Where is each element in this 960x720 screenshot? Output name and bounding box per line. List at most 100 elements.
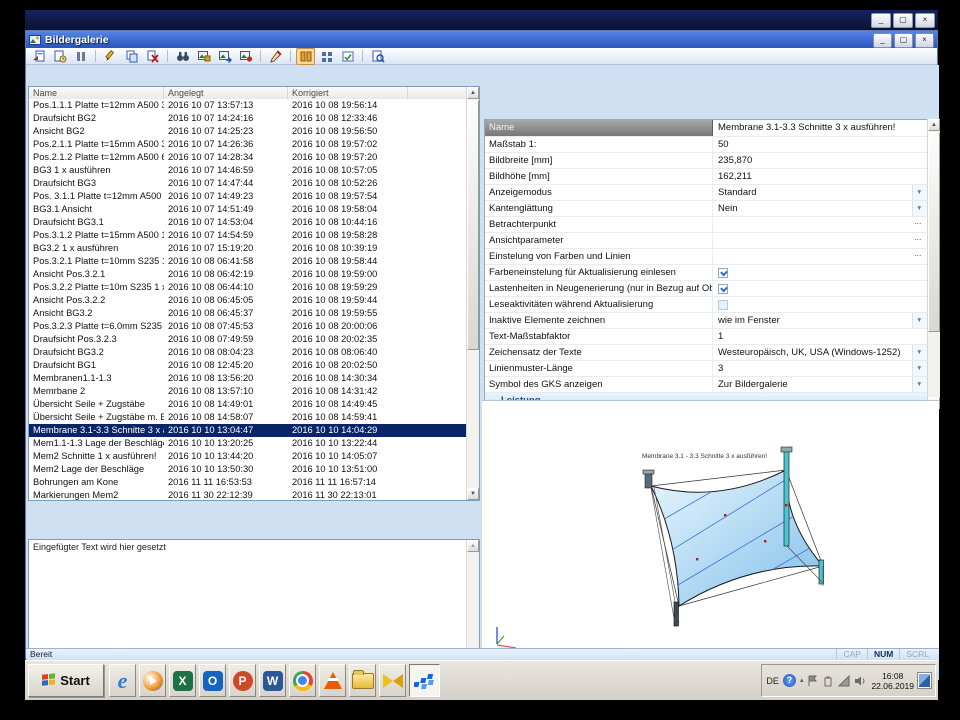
property-value[interactable]: 162,211	[713, 169, 912, 184]
scroll-up-icon[interactable]: ▲	[467, 540, 479, 552]
property-value[interactable]: wie im Fenster	[713, 313, 912, 328]
table-row[interactable]: Draufsicht BG3 2016 10 07 14:47:44 2016 …	[29, 177, 467, 190]
table-row[interactable]: Pos.1.1.1 Platte t=12mm A500 3 x ausführ…	[29, 99, 467, 112]
property-row[interactable]: Lastenheiten in Neugenerierung (nur in B…	[485, 281, 928, 297]
table-scrollbar[interactable]: ▲ ▼	[466, 87, 479, 500]
taskbar-powerpoint-button[interactable]: P	[229, 664, 256, 697]
property-control[interactable]	[912, 361, 928, 376]
property-row[interactable]: Symbol des GKS anzeigen Zur Bildergaleri…	[485, 377, 928, 393]
table-row[interactable]: Bohrungen am Kone 2016 11 11 16:53:53 20…	[29, 476, 467, 489]
outer-minimize-button[interactable]: _	[871, 13, 891, 28]
property-row[interactable]: Leseaktivitäten während Aktualisierung	[485, 297, 928, 313]
column-header-korrigiert[interactable]: Korrigiert	[288, 87, 408, 99]
table-row[interactable]: Draufsicht BG3.1 2016 10 07 14:53:04 201…	[29, 216, 467, 229]
table-row[interactable]: Mem2 Lage der Beschläge 2016 10 10 13:50…	[29, 463, 467, 476]
close-button[interactable]: ×	[915, 33, 934, 48]
property-value[interactable]: 50	[713, 137, 912, 152]
table-row[interactable]: Draufsicht BG2 2016 10 07 14:24:16 2016 …	[29, 112, 467, 125]
property-row[interactable]: Anzeigemodus Standard	[485, 185, 928, 201]
maximize-button[interactable]: ▢	[894, 33, 913, 48]
property-row[interactable]: Maßstab 1: 50	[485, 137, 928, 153]
property-value[interactable]	[713, 249, 912, 264]
property-row[interactable]: Bildhöhe [mm] 162,211	[485, 169, 928, 185]
clock[interactable]: 16:08 22.06.2019	[871, 671, 914, 691]
taskbar-cad-app-button[interactable]	[409, 664, 440, 697]
scrollbar-thumb[interactable]	[928, 132, 940, 332]
property-control[interactable]	[912, 297, 928, 312]
checkbox[interactable]	[718, 268, 728, 278]
property-row[interactable]: Zeichensatz der Texte Westeuropäisch, UK…	[485, 345, 928, 361]
view-details-icon[interactable]	[338, 48, 357, 65]
scroll-up-icon[interactable]: ▲	[467, 87, 479, 99]
import-image-icon[interactable]	[29, 48, 48, 65]
view-tiles-icon[interactable]	[317, 48, 336, 65]
network-icon[interactable]	[838, 675, 850, 687]
table-row[interactable]: Übersicht Seile + Zugstäbe 2016 10 08 14…	[29, 398, 467, 411]
taskbar-vlc-button[interactable]	[319, 664, 346, 697]
property-value[interactable]: Nein	[713, 201, 912, 216]
copy-image-icon[interactable]	[122, 48, 141, 65]
table-row[interactable]: BG3.1 Ansicht 2016 10 07 14:51:49 2016 1…	[29, 203, 467, 216]
start-button[interactable]: Start	[28, 664, 104, 697]
property-control[interactable]	[912, 153, 928, 168]
property-value[interactable]	[713, 265, 912, 280]
preview-binoculars-icon[interactable]	[173, 48, 192, 65]
titlebar[interactable]: Bildergalerie _ ▢ ×	[26, 31, 937, 48]
table-row[interactable]: Pos.3.2.3 Platte t=6.0mm S235 8 x ausfüh…	[29, 320, 467, 333]
property-row[interactable]: Ansichtparameter	[485, 233, 928, 249]
property-value[interactable]: Westeuropäisch, UK, USA (Windows-1252)	[713, 345, 912, 360]
table-row[interactable]: Pos.3.2.1 Platte t=10mm S235 1 x ausführ…	[29, 255, 467, 268]
pause-update-icon[interactable]	[71, 48, 90, 65]
find-image-icon[interactable]	[368, 48, 387, 65]
property-value[interactable]: 3	[713, 361, 912, 376]
property-value[interactable]: Standard	[713, 185, 912, 200]
help-icon[interactable]: ?	[783, 674, 796, 687]
table-row[interactable]: Pos. 3.1.1 Platte t=12mm A500 3 x ausfüh…	[29, 190, 467, 203]
property-row[interactable]: Text-Maßstabfaktor 1	[485, 329, 928, 345]
volume-icon[interactable]	[854, 675, 867, 687]
table-row[interactable]: Memrbane 2 2016 10 08 13:57:10 2016 10 0…	[29, 385, 467, 398]
gallery-add-icon[interactable]	[194, 48, 213, 65]
outer-maximize-button[interactable]: ▢	[893, 13, 913, 28]
property-control[interactable]	[912, 377, 928, 392]
table-row[interactable]: Pos.2.1.2 Platte t=12mm A500 6 x ausführ…	[29, 151, 467, 164]
property-row[interactable]: Betrachterpunkt	[485, 217, 928, 233]
outer-close-button[interactable]: ×	[915, 13, 935, 28]
table-row[interactable]: Draufsicht Pos.3.2.3 2016 10 08 07:49:59…	[29, 333, 467, 346]
property-value[interactable]: 1	[713, 329, 912, 344]
table-row[interactable]: Mem2 Schnitte 1 x ausführen! 2016 10 10 …	[29, 450, 467, 463]
property-value[interactable]: Membrane 3.1-3.3 Schnitte 3 x ausführen!	[713, 120, 912, 136]
edit-pencil-icon[interactable]	[101, 48, 120, 65]
table-row[interactable]: Ansicht Pos.3.2.2 2016 10 08 06:45:05 20…	[29, 294, 467, 307]
property-control[interactable]	[912, 313, 928, 328]
property-control[interactable]	[912, 249, 928, 264]
table-row[interactable]: Pos.3.2.2 Platte t=10m S235 1 x ausführe…	[29, 281, 467, 294]
taskbar-outlook-button[interactable]: O	[199, 664, 226, 697]
column-header-name[interactable]: Name	[29, 87, 164, 99]
property-control[interactable]	[912, 345, 928, 360]
minimize-button[interactable]: _	[873, 33, 892, 48]
property-row[interactable]: Bildbreite [mm] 235,870	[485, 153, 928, 169]
taskbar-mediaplayer-button[interactable]	[139, 664, 166, 697]
taskbar-excel-button[interactable]: X	[169, 664, 196, 697]
taskbar-word-button[interactable]: W	[259, 664, 286, 697]
property-value[interactable]: 235,870	[713, 153, 912, 168]
table-row[interactable]: Ansicht BG3.2 2016 10 08 06:45:37 2016 1…	[29, 307, 467, 320]
table-row[interactable]: Ansicht BG2 2016 10 07 14:25:23 2016 10 …	[29, 125, 467, 138]
property-value[interactable]	[713, 217, 912, 232]
property-row[interactable]: Name Membrane 3.1-3.3 Schnitte 3 x ausfü…	[485, 120, 928, 137]
table-row[interactable]: Membranen1.1-1.3 2016 10 08 13:56:20 201…	[29, 372, 467, 385]
draw-pen-icon[interactable]	[266, 48, 285, 65]
property-row[interactable]: Inaktive Elemente zeichnen wie im Fenste…	[485, 313, 928, 329]
checkbox[interactable]	[718, 300, 728, 310]
power-icon[interactable]	[822, 675, 834, 687]
delete-image-icon[interactable]	[143, 48, 162, 65]
property-value[interactable]	[713, 281, 912, 296]
show-hidden-icons[interactable]: ▴	[800, 676, 804, 686]
table-row[interactable]: Mem1.1-1.3 Lage der Beschläge 2016 10 10…	[29, 437, 467, 450]
table-row[interactable]: Draufsicht BG3.2 2016 10 08 08:04:23 201…	[29, 346, 467, 359]
taskbar-files-button[interactable]	[349, 664, 376, 697]
table-row[interactable]: Pos.2.1.1 Platte t=15mm A500 3 x ausführ…	[29, 138, 467, 151]
table-row[interactable]: Markierungen Mem2 2016 11 30 22:12:39 20…	[29, 489, 467, 500]
property-control[interactable]	[912, 120, 928, 136]
